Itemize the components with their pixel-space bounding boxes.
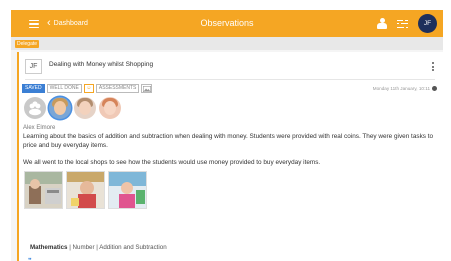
app-frame: ‹ Dashboard Observations JF Delegate JF … <box>11 10 443 261</box>
curriculum-link[interactable]: Mathematics | Number | Addition and Subt… <box>30 244 167 251</box>
top-bar: ‹ Dashboard Observations JF <box>11 10 443 37</box>
author-name: Alex Elmore <box>23 125 56 131</box>
top-actions: JF <box>377 14 437 33</box>
curriculum-path: | Number | Addition and Subtraction <box>67 244 167 251</box>
observation-title: Dealing with Money whilst Shopping <box>49 61 154 68</box>
divider <box>25 79 435 80</box>
filter-icon[interactable] <box>397 18 408 29</box>
group-icon[interactable] <box>24 97 46 119</box>
image-icon[interactable] <box>141 84 153 93</box>
curriculum-subject: Mathematics <box>30 244 68 251</box>
author-initials-box: JF <box>25 59 42 74</box>
observation-date: Monday 11th January, 10:11 <box>373 86 437 91</box>
child-avatar[interactable] <box>49 97 71 119</box>
back-label: Dashboard <box>53 20 88 27</box>
menu-icon[interactable] <box>29 19 43 29</box>
observation-body-2: We all went to the local shops to see ho… <box>23 159 321 166</box>
tagged-children <box>24 97 121 119</box>
smiley-icon[interactable]: ☺ <box>83 84 94 93</box>
chevron-left-icon: ‹ <box>47 17 51 29</box>
assessments-chip[interactable]: ASSESSMENTS <box>95 84 140 93</box>
observation-body: Learning about the basics of addition an… <box>23 133 434 149</box>
delegate-tag[interactable]: Delegate <box>15 40 40 48</box>
avatar[interactable]: JF <box>418 14 437 33</box>
child-avatar[interactable] <box>74 97 96 119</box>
photo-thumbnail[interactable] <box>24 171 63 209</box>
quote-icon: ❞ <box>28 257 32 261</box>
globe-icon <box>432 86 437 91</box>
photo-strip <box>24 171 147 209</box>
child-avatar[interactable] <box>99 97 121 119</box>
photo-thumbnail[interactable] <box>66 171 105 209</box>
more-vertical-icon[interactable] <box>431 62 434 72</box>
well-done-chip[interactable]: WELL DONE <box>46 84 82 93</box>
photo-thumbnail[interactable] <box>108 171 147 209</box>
status-chips: SAVED WELL DONE ☺ ASSESSMENTS <box>22 84 153 93</box>
saved-chip[interactable]: SAVED <box>22 84 45 93</box>
person-icon[interactable] <box>377 17 387 30</box>
date-text: Monday 11th January, 10:11 <box>372 86 430 91</box>
observation-card: JF Dealing with Money whilst Shopping SA… <box>17 52 443 261</box>
tag-strip: Delegate <box>11 37 443 50</box>
back-button[interactable]: ‹ Dashboard <box>47 18 88 29</box>
